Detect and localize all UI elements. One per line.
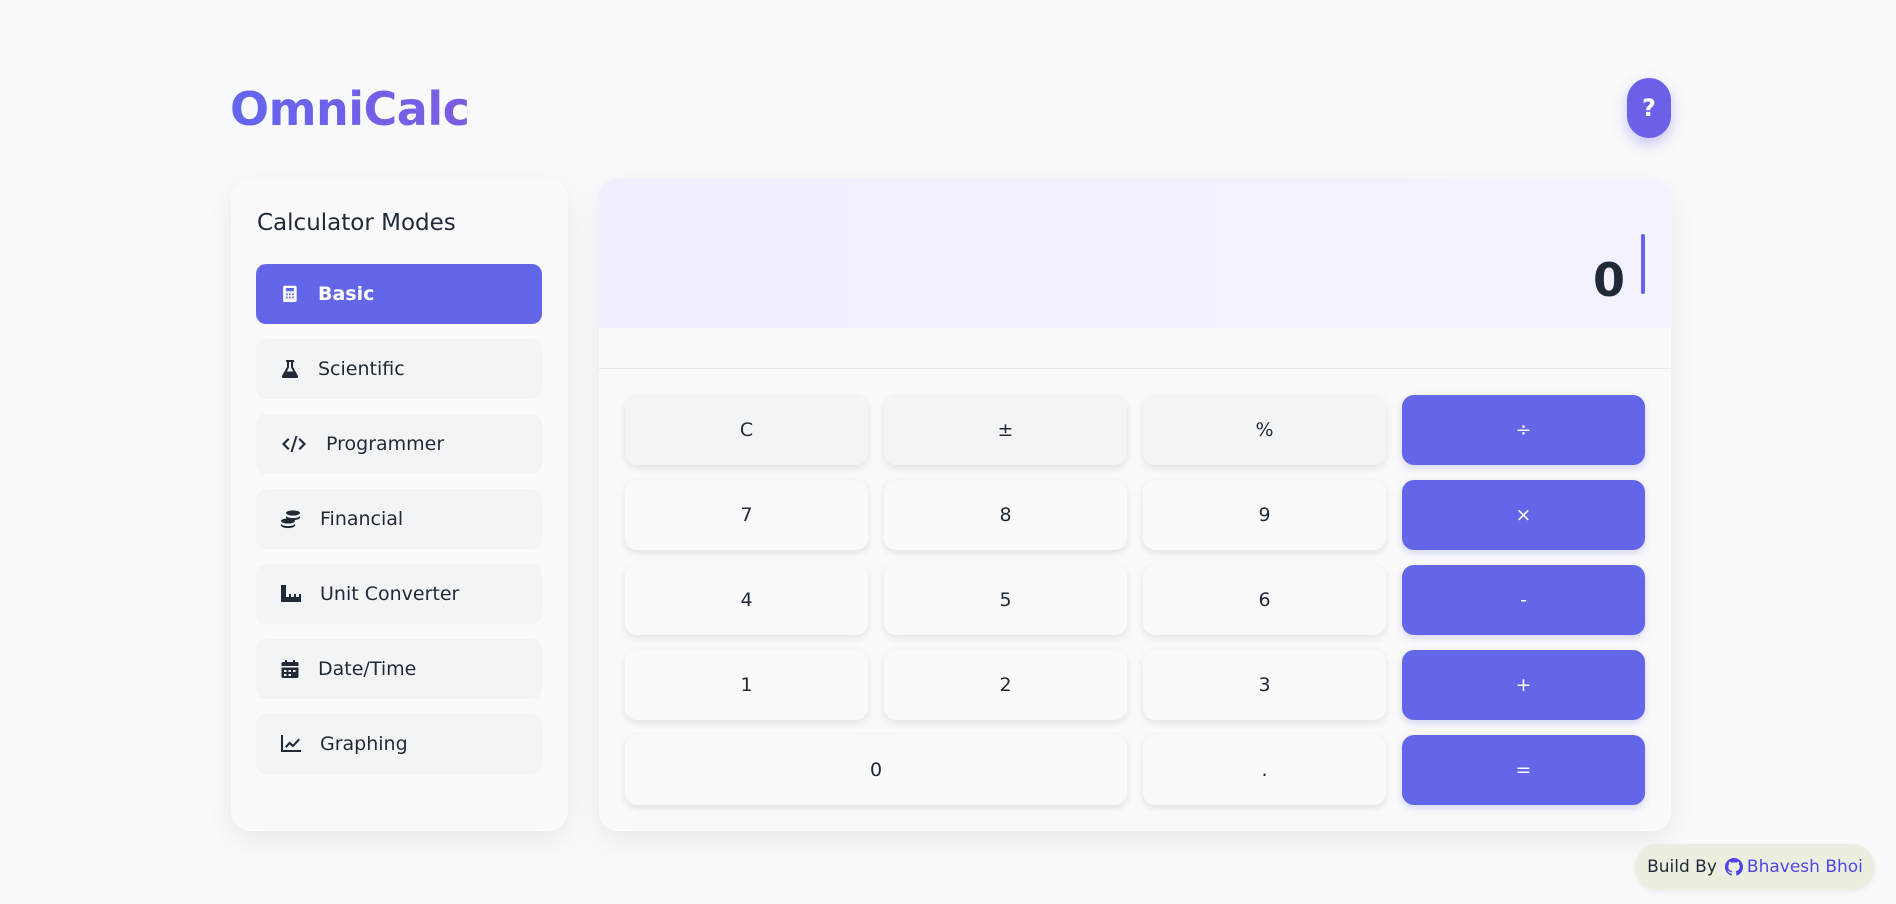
display-value: 0 xyxy=(1592,253,1625,307)
keypad: C ± % ÷ 7 8 9 × 4 5 6 - 1 2 3 + 0 . = xyxy=(625,395,1645,805)
mode-item-date-time[interactable]: Date/Time xyxy=(256,639,542,699)
page: OmniCalc ? Calculator Modes Basic Scient… xyxy=(0,0,1896,904)
ruler-icon xyxy=(280,583,302,605)
digit-4-button[interactable]: 4 xyxy=(625,565,868,635)
mode-item-unit-converter[interactable]: Unit Converter xyxy=(256,564,542,624)
calculator-panel: 0 C ± % ÷ 7 8 9 × 4 5 6 - 1 2 3 + 0 . = xyxy=(599,179,1671,831)
digit-5-button[interactable]: 5 xyxy=(884,565,1127,635)
digit-1-button[interactable]: 1 xyxy=(625,650,868,720)
add-button[interactable]: + xyxy=(1402,650,1645,720)
equals-button[interactable]: = xyxy=(1402,735,1645,805)
mode-item-scientific[interactable]: Scientific xyxy=(256,339,542,399)
app-title: OmniCalc xyxy=(230,82,470,136)
digit-0-button[interactable]: 0 xyxy=(625,735,1127,805)
negate-button[interactable]: ± xyxy=(884,395,1127,465)
mode-list: Basic Scientific Programmer Financial Un… xyxy=(256,264,542,789)
mode-item-financial[interactable]: Financial xyxy=(256,489,542,549)
digit-3-button[interactable]: 3 xyxy=(1143,650,1386,720)
flask-icon xyxy=(280,358,300,380)
mode-label: Graphing xyxy=(320,733,408,755)
divider xyxy=(599,368,1671,369)
mode-item-basic[interactable]: Basic xyxy=(256,264,542,324)
multiply-button[interactable]: × xyxy=(1402,480,1645,550)
author-name: Bhavesh Bhoi xyxy=(1746,857,1863,877)
divide-button[interactable]: ÷ xyxy=(1402,395,1645,465)
digit-9-button[interactable]: 9 xyxy=(1143,480,1386,550)
mode-label: Basic xyxy=(318,283,375,305)
chart-line-icon xyxy=(280,733,302,755)
display-cursor xyxy=(1641,234,1645,294)
subtract-button[interactable]: - xyxy=(1402,565,1645,635)
calendar-icon xyxy=(280,658,300,680)
digit-8-button[interactable]: 8 xyxy=(884,480,1127,550)
display: 0 xyxy=(599,179,1671,328)
mode-item-programmer[interactable]: Programmer xyxy=(256,414,542,474)
author-link[interactable]: Bhavesh Bhoi xyxy=(1724,857,1863,877)
calculator-icon xyxy=(280,283,300,305)
github-icon xyxy=(1724,858,1743,876)
coins-icon xyxy=(280,508,302,530)
digit-7-button[interactable]: 7 xyxy=(625,480,868,550)
digit-2-button[interactable]: 2 xyxy=(884,650,1127,720)
mode-label: Scientific xyxy=(318,358,405,380)
credit-badge: Build By Bhavesh Bhoi xyxy=(1635,844,1875,890)
help-button[interactable]: ? xyxy=(1627,78,1671,138)
code-icon xyxy=(280,433,308,455)
credit-prefix: Build By xyxy=(1647,857,1717,877)
percent-button[interactable]: % xyxy=(1143,395,1386,465)
mode-label: Unit Converter xyxy=(320,583,460,605)
digit-6-button[interactable]: 6 xyxy=(1143,565,1386,635)
mode-label: Date/Time xyxy=(318,658,417,680)
clear-button[interactable]: C xyxy=(625,395,868,465)
decimal-button[interactable]: . xyxy=(1143,735,1386,805)
mode-label: Programmer xyxy=(326,433,445,455)
mode-sidebar: Calculator Modes Basic Scientific Progra… xyxy=(231,179,568,831)
mode-item-graphing[interactable]: Graphing xyxy=(256,714,542,774)
sidebar-title: Calculator Modes xyxy=(257,210,456,236)
mode-label: Financial xyxy=(320,508,404,530)
